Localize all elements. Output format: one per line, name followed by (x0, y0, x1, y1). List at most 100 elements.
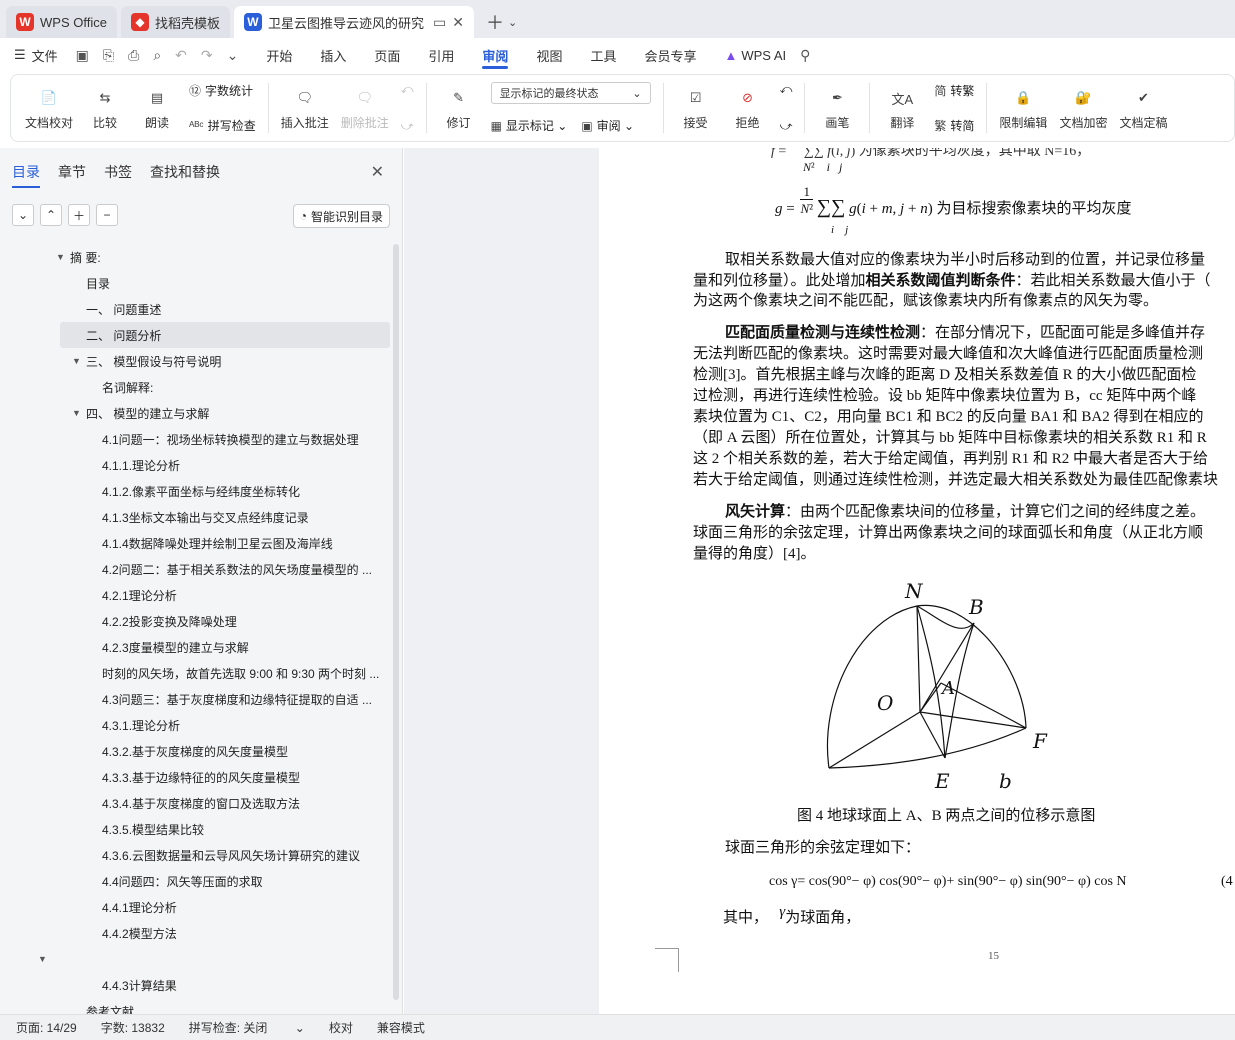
proofread-status[interactable]: 校对 (329, 1019, 353, 1036)
toc-item[interactable]: 4.1.2.像素平面坐标与经纬度坐标转化 (0, 478, 392, 504)
toc-item[interactable]: 4.3.3.基于边缘特征的的风矢度量模型 (0, 764, 392, 790)
add-icon[interactable]: ＋ (68, 204, 90, 226)
toc-item-label: 4.3.4.基于灰度梯度的窗口及选取方法 (102, 796, 301, 811)
translate-button[interactable]: 文A 翻译 (882, 85, 922, 131)
toc-item[interactable]: 4.3.2.基于灰度梯度的风矢度量模型 (0, 738, 392, 764)
file-menu[interactable]: ☰ 文件 (14, 46, 58, 65)
panel-tab-bookmarks[interactable]: 书签 (104, 162, 132, 186)
spell-check-status[interactable]: 拼写检查: 关闭 ⌄ (189, 1019, 305, 1036)
save-icon[interactable]: ▣ (76, 47, 89, 64)
page-indicator[interactable]: 页面: 14/29 (16, 1019, 77, 1036)
markup-state-select[interactable]: 显示标记的最终状态 ⌄ (490, 82, 651, 104)
toc-expand-icon[interactable]: ▼ (38, 954, 52, 964)
tab-document[interactable]: W 卫星云图推导云迹风的研究 毕 ▭ ✕ (233, 6, 474, 38)
encrypt-button[interactable]: 🔐 文档加密 (1059, 85, 1107, 131)
toc-item[interactable]: 4.1问题一：视场坐标转换模型的建立与数据处理 (0, 426, 392, 452)
insert-comment-button[interactable]: 🗨 插入批注 (281, 85, 329, 131)
toc-item[interactable]: 4.3.1.理论分析 (0, 712, 392, 738)
panel-tab-toc[interactable]: 目录 (12, 162, 40, 188)
word-count-indicator[interactable]: 字数: 13832 (101, 1019, 165, 1036)
chevron-down-icon[interactable]: ⌄ (508, 16, 517, 29)
toc-item[interactable]: 4.3.6.云图数据量和云导风风矢场计算研究的建议 (0, 842, 392, 868)
panel-tab-find-replace[interactable]: 查找和替换 (150, 162, 220, 186)
close-panel-icon[interactable]: ✕ (371, 162, 384, 182)
tab-insert[interactable]: 插入 (320, 38, 346, 72)
next-comment-button[interactable]: ⤻ (401, 119, 414, 134)
sphere-arc-bottom (828, 727, 1027, 769)
finalize-button[interactable]: ✔ 文档定稿 (1119, 85, 1167, 131)
export-icon[interactable]: ⎘ (103, 47, 114, 64)
spell-check-button[interactable]: ᴬᴮᶜ 拼写检查 (189, 117, 256, 134)
toc-item[interactable]: 4.2问题二：基于相关系数法的风矢场度量模型的 ... (0, 556, 392, 582)
toc-item[interactable]: 目录 (0, 270, 392, 296)
tab-member[interactable]: 会员专享 (644, 38, 696, 72)
tab-view[interactable]: 视图 (536, 38, 562, 72)
compare-button[interactable]: ⇆ 比较 (85, 85, 125, 131)
prev-comment-button[interactable]: ⤺ (401, 82, 414, 97)
collapse-icon[interactable]: ⌄ (12, 204, 34, 226)
toc-item[interactable]: 4.2.3度量模型的建立与求解 (0, 634, 392, 660)
toc-item[interactable]: 4.2.1理论分析 (0, 582, 392, 608)
word-count-button[interactable]: ⑫ 字数统计 (189, 82, 256, 99)
toc-item[interactable]: 名词解释: (0, 374, 392, 400)
to-traditional-button[interactable]: 简转繁 (934, 82, 974, 99)
pen-button[interactable]: ✒ 画笔 (817, 85, 857, 131)
tab-docer[interactable]: ◆ 找稻壳模板 (120, 6, 230, 38)
print-preview-icon[interactable]: ⌕ (153, 47, 161, 64)
toc-item[interactable]: 4.3.5.模型结果比较 (0, 816, 392, 842)
toc-item[interactable]: ▼ 三、 模型假设与符号说明 (0, 348, 392, 374)
wps-ai-button[interactable]: ▲ WPS AI (724, 38, 786, 72)
show-markup-button[interactable]: ▦ 显示标记 ⌄ (491, 117, 568, 134)
toc-item[interactable]: 4.1.3坐标文本输出与交叉点经纬度记录 (0, 504, 392, 530)
track-changes-button[interactable]: ✎ 修订 (439, 85, 479, 131)
toc-item[interactable]: 一、 问题重述 (0, 296, 392, 322)
tab-wps-office[interactable]: W WPS Office (6, 6, 117, 38)
toc-item[interactable]: 时刻的风矢场，故首先选取 9:00 和 9:30 两个时刻 ... (0, 660, 392, 686)
toc-expand-icon[interactable]: ▼ (56, 252, 70, 262)
print-icon[interactable]: ⎙ (128, 47, 139, 64)
restrict-edit-button[interactable]: 🔒 限制编辑 (999, 85, 1047, 131)
toc-item[interactable]: 4.3问题三：基于灰度梯度和边缘特征提取的自适 ... (0, 686, 392, 712)
tab-review[interactable]: 审阅 (482, 38, 509, 72)
review-pane-button[interactable]: ▣ 审阅 ⌄ (581, 117, 634, 134)
search-icon[interactable]: ⚲ (800, 47, 810, 64)
accept-button[interactable]: ☑ 接受 (676, 85, 716, 131)
next-change-button[interactable]: ⤻ (780, 119, 793, 134)
panel-scrollbar[interactable] (393, 244, 399, 1000)
reject-button[interactable]: ⊘ 拒绝 (728, 85, 768, 131)
panel-tab-sections[interactable]: 章节 (58, 162, 86, 186)
redo-icon[interactable]: ↷ (201, 47, 213, 64)
toc-item[interactable]: 4.4.2模型方法 (0, 920, 392, 946)
toc-item[interactable]: 4.1.1.理论分析 (0, 452, 392, 478)
toc-expand-icon[interactable]: ▼ (72, 408, 86, 418)
minus-icon[interactable]: − (96, 204, 118, 226)
toc-item[interactable]: 二、 问题分析 (60, 322, 390, 348)
tab-references[interactable]: 引用 (428, 38, 454, 72)
more-chevron-icon[interactable]: ⌄ (227, 47, 239, 64)
toc-item[interactable]: 4.4问题四：风矢等压面的求取 (0, 868, 392, 894)
toc-item[interactable]: ▼ 四、 模型的建立与求解 (0, 400, 392, 426)
smart-toc-button[interactable]: ◔ 智能识别目录 (292, 204, 390, 228)
toc-item[interactable]: 4.2.2投影变换及降噪处理 (0, 608, 392, 634)
document-page[interactable]: f = ∑∑ f(i, j) 为像素块的平均灰度，其中取 N=16， N² i … (599, 148, 1235, 1014)
to-simplified-button[interactable]: 繁转简 (934, 117, 974, 134)
toc-item[interactable]: ▼ 摘 要: (0, 244, 392, 270)
toc-expand-icon[interactable]: ▼ (72, 356, 86, 366)
new-tab-button[interactable]: ＋ ⌄ (478, 6, 525, 38)
prev-change-button[interactable]: ⤺ (780, 82, 793, 97)
delete-comment-button[interactable]: 🗨 删除批注 (341, 85, 389, 131)
tab-page[interactable]: 页面 (374, 38, 400, 72)
expand-up-icon[interactable]: ⌃ (40, 204, 62, 226)
close-icon[interactable]: ✕ (452, 14, 464, 31)
read-aloud-button[interactable]: ▤ 朗读 (137, 85, 177, 131)
toc-item[interactable]: 4.3.4.基于灰度梯度的窗口及选取方法 (0, 790, 392, 816)
undo-icon[interactable]: ↶ (175, 47, 187, 64)
toc-item[interactable]: 4.4.3计算结果 (0, 972, 392, 998)
toc-item[interactable]: ▼ (0, 946, 392, 972)
doc-check-button[interactable]: 📄 文档校对 (25, 85, 73, 131)
toc-item[interactable]: 4.1.4数据降噪处理并绘制卫星云图及海岸线 (0, 530, 392, 556)
monitor-icon[interactable]: ▭ (433, 14, 446, 31)
toc-item[interactable]: 4.4.1理论分析 (0, 894, 392, 920)
tab-tools[interactable]: 工具 (590, 38, 616, 72)
tab-home[interactable]: 开始 (266, 38, 292, 72)
